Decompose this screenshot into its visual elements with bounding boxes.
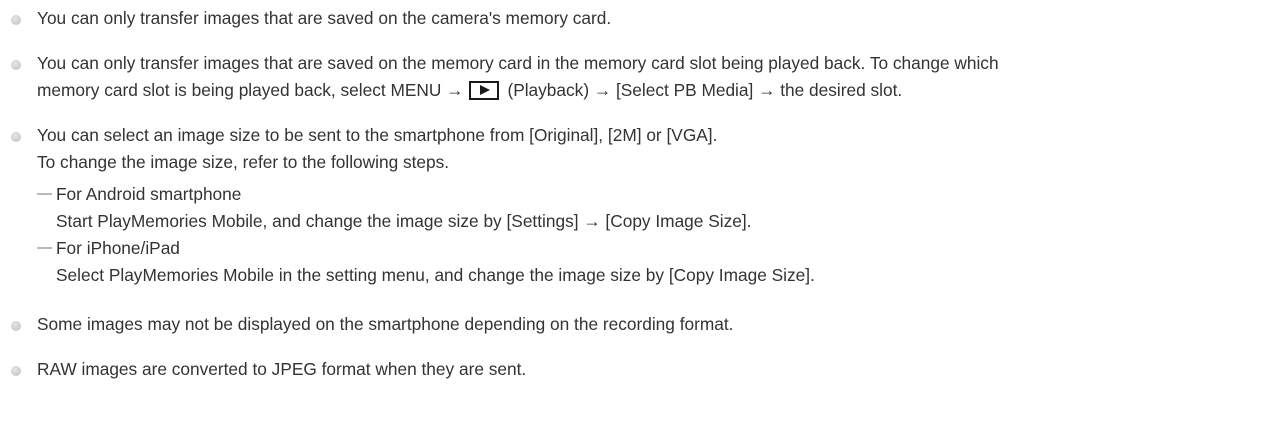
note-item: You can select an image size to be sent … [0, 124, 1285, 287]
sub-list: For Android smartphone Start PlayMemorie… [37, 183, 1285, 287]
note-text: memory card slot is being played back, s… [37, 79, 1285, 102]
note-item: You can only transfer images that are sa… [0, 7, 1285, 30]
note-text: RAW images are converted to JPEG format … [37, 359, 527, 379]
sub-item-detail: Start PlayMemories Mobile, and change th… [56, 211, 752, 231]
note-text: You can select an image size to be sent … [37, 125, 718, 145]
note-item: RAW images are converted to JPEG format … [0, 358, 1285, 381]
note-text: To change the image size, refer to the f… [37, 152, 450, 172]
bullet-icon [11, 60, 21, 70]
dash-icon [37, 247, 52, 249]
note-text: Some images may not be displayed on the … [37, 314, 734, 334]
sub-item-title: For Android smartphone [56, 184, 242, 204]
note-text-segment: memory card slot is being played back, s… [37, 80, 464, 100]
note-text: You can only transfer images that are sa… [37, 53, 999, 73]
note-item: Some images may not be displayed on the … [0, 313, 1285, 336]
note-text-segment: (Playback) → [Select PB Media] → the des… [507, 80, 903, 100]
playback-icon [469, 81, 500, 100]
bullet-icon [11, 132, 21, 142]
sub-list-item: For iPhone/iPad Select PlayMemories Mobi… [37, 237, 1285, 287]
note-text: You can only transfer images that are sa… [37, 8, 612, 28]
note-item: You can only transfer images that are sa… [0, 52, 1285, 102]
sub-list-item: For Android smartphone Start PlayMemorie… [37, 183, 1285, 233]
sub-item-title: For iPhone/iPad [56, 238, 180, 258]
bullet-icon [11, 366, 21, 376]
dash-icon [37, 193, 52, 195]
bullet-icon [11, 321, 21, 331]
sub-item-detail: Select PlayMemories Mobile in the settin… [56, 265, 815, 285]
notes-list: You can only transfer images that are sa… [0, 0, 1285, 381]
bullet-icon [11, 15, 21, 25]
